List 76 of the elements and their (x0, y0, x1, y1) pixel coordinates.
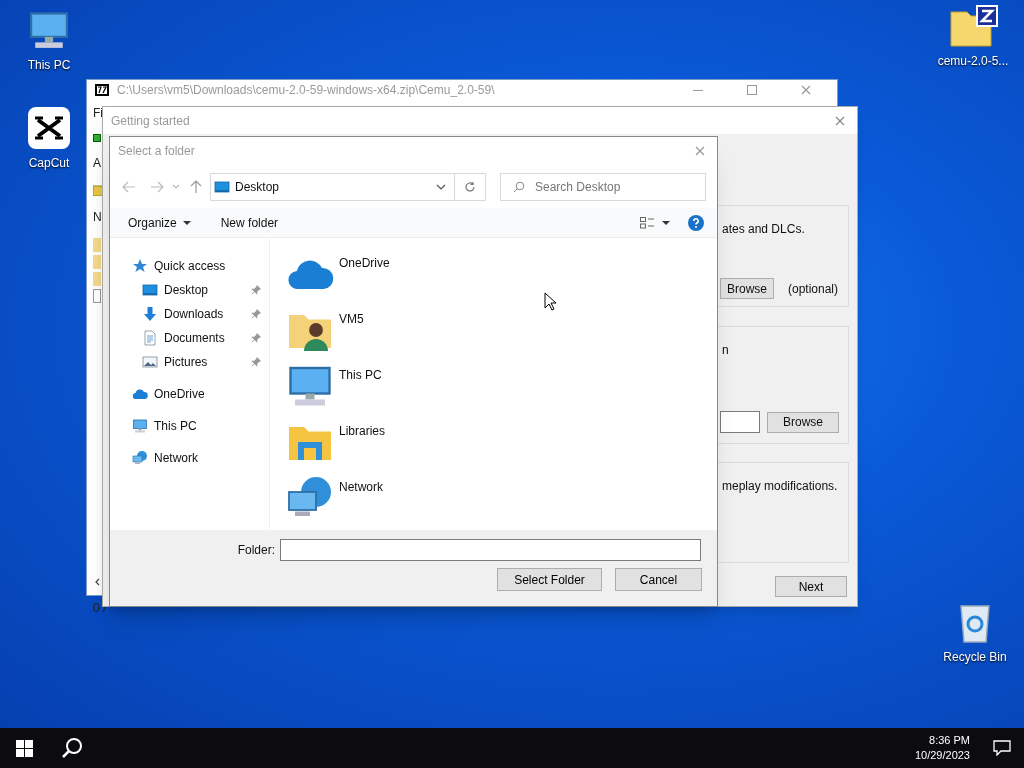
toolbar-label: A (93, 155, 102, 172)
close-icon[interactable] (695, 146, 705, 157)
search-icon (513, 180, 525, 193)
navigation-item[interactable]: OneDrive (110, 382, 269, 407)
close-icon[interactable] (835, 115, 845, 126)
browse-button[interactable]: Browse (720, 278, 774, 299)
new-folder-button[interactable]: New folder (220, 213, 279, 232)
file-row-icon (93, 255, 101, 269)
navigation-item[interactable]: Downloads (110, 302, 269, 327)
dialog-title: Select a folder (118, 143, 195, 161)
caret-icon[interactable] (172, 183, 180, 191)
address-bar[interactable]: Desktop (210, 172, 486, 201)
folder-name-field[interactable] (280, 539, 701, 562)
refresh-icon (464, 180, 476, 193)
picture-icon (142, 354, 158, 371)
speech-bubble-icon (993, 740, 1011, 756)
pin-icon (251, 309, 261, 320)
column-header: N (93, 209, 103, 226)
group-description: meplay modifications. (721, 478, 839, 495)
help-icon[interactable] (688, 214, 704, 231)
folder-item[interactable]: This PC (286, 362, 406, 419)
view-options-icon[interactable] (640, 216, 670, 229)
desktop-icon-label[interactable]: Recycle Bin (943, 648, 1007, 666)
path-field[interactable] (720, 411, 760, 433)
search-icon (61, 737, 83, 759)
folder-item[interactable]: Network (286, 474, 406, 531)
address-text: Desktop (235, 178, 280, 196)
navigation-item[interactable]: Quick access (110, 254, 269, 279)
select-folder-button[interactable]: Select Folder (497, 568, 602, 592)
navigation-item[interactable]: Pictures (110, 350, 269, 375)
desktop-icon (142, 282, 158, 299)
up-arrow-icon[interactable] (190, 179, 202, 194)
scissors-app-icon (27, 106, 71, 150)
download-arrow-icon (142, 306, 158, 323)
back-arrow-icon[interactable] (122, 180, 136, 193)
desktop-icon (214, 178, 230, 195)
search-field[interactable]: Search Desktop (500, 172, 706, 201)
menu-item[interactable]: Fi (93, 104, 105, 122)
navigation-item[interactable]: This PC (110, 414, 269, 439)
file-row-icon (93, 238, 101, 252)
close-icon[interactable] (801, 85, 811, 95)
folder-label: Folder: (237, 542, 275, 560)
folder-item[interactable]: Libraries (286, 418, 406, 475)
computer-icon (132, 418, 148, 435)
clock[interactable]: 8:36 PM 10/29/2023 (914, 733, 980, 763)
pin-icon (251, 285, 261, 296)
group-description: ates and DLCs. (721, 221, 806, 238)
next-button[interactable]: Next (775, 576, 847, 597)
file-row-icon (93, 272, 101, 286)
window-title: Getting started (111, 112, 190, 130)
cancel-button[interactable]: Cancel (615, 568, 702, 592)
browse-button[interactable]: Browse (767, 411, 839, 433)
file-row-icon (93, 289, 101, 303)
folder-item[interactable]: VM5 (286, 306, 406, 363)
navigation-item[interactable]: Desktop (110, 278, 269, 303)
optional-note: (optional) (788, 280, 839, 298)
desktop-icon-label[interactable]: This PC (27, 56, 71, 74)
desktop-icon-label[interactable]: CapCut (28, 154, 70, 172)
zip-archive-icon (947, 4, 999, 48)
pin-icon (251, 333, 261, 344)
navigation-item[interactable]: Documents (110, 326, 269, 351)
network-icon (132, 450, 148, 467)
mouse-pointer-icon (544, 292, 558, 312)
windows-logo-icon (15, 739, 33, 757)
document-icon (142, 330, 158, 347)
caret-icon (182, 219, 191, 226)
pin-icon (251, 357, 261, 368)
folder-item[interactable]: OneDrive (286, 250, 406, 307)
navigation-item[interactable]: Network (110, 446, 269, 471)
archive-app-icon (95, 84, 109, 96)
forward-arrow-icon[interactable] (150, 180, 164, 193)
organize-menu-button[interactable]: Organize (128, 213, 191, 232)
group-description: n (721, 342, 730, 359)
window-title: C:\Users\vm5\Downloads\cemu-2.0-59-windows-x64.zip\Cemu_2.0-59\ (117, 82, 495, 99)
desktop-icon-label[interactable]: cemu-2.0-5... (937, 52, 1009, 70)
toolbar-icon[interactable] (93, 134, 101, 142)
